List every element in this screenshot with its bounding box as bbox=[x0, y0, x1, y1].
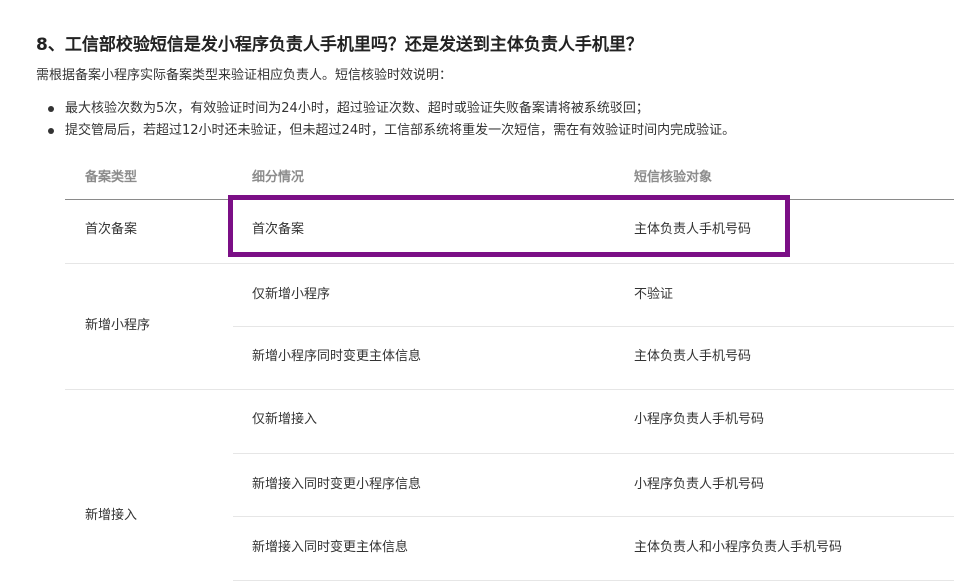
column-header-detail: 细分情况 bbox=[252, 170, 305, 185]
question-heading: 8、工信部校验短信是发小程序负责人手机里吗？还是发送到主体负责人手机里？ bbox=[36, 35, 643, 55]
table-cell-target: 小程序负责人手机号码 bbox=[634, 412, 765, 427]
table-cell-detail: 仅新增接入 bbox=[252, 412, 318, 427]
column-header-type: 备案类型 bbox=[85, 170, 138, 185]
table-cell-detail: 仅新增小程序 bbox=[252, 287, 331, 302]
table-cell-target: 不验证 bbox=[634, 287, 674, 302]
bullet-dot-icon bbox=[48, 106, 54, 112]
row-divider bbox=[233, 580, 954, 581]
table-cell-detail: 首次备案 bbox=[252, 222, 305, 237]
table-cell-detail: 新增小程序同时变更主体信息 bbox=[252, 349, 422, 364]
bullet-list: 最大核验次数为5次，有效验证时间为24小时，超过验证次数、超时或验证失败备案请将… bbox=[36, 98, 735, 142]
row-divider bbox=[65, 389, 954, 390]
table-cell-detail: 新增接入同时变更小程序信息 bbox=[252, 477, 422, 492]
verification-table: 备案类型 细分情况 短信核验对象 首次备案 首次备案 主体负责人手机号码 新增小… bbox=[65, 158, 954, 585]
table-cell-type: 首次备案 bbox=[85, 222, 138, 237]
column-header-target: 短信核验对象 bbox=[634, 170, 713, 185]
header-divider bbox=[65, 199, 954, 200]
table-cell-target: 主体负责人手机号码 bbox=[634, 222, 752, 237]
table-cell-target: 主体负责人和小程序负责人手机号码 bbox=[634, 540, 843, 555]
bullet-text: 提交管局后，若超过12小时还未验证，但未超过24时，工信部系统将重发一次短信，需… bbox=[65, 123, 736, 138]
faq-section: 8、工信部校验短信是发小程序负责人手机里吗？还是发送到主体负责人手机里？ 需根据… bbox=[0, 0, 954, 585]
list-item: 最大核验次数为5次，有效验证时间为24小时，超过验证次数、超时或验证失败备案请将… bbox=[36, 98, 735, 120]
table-cell-target: 小程序负责人手机号码 bbox=[634, 477, 765, 492]
table-cell-detail: 新增接入同时变更主体信息 bbox=[252, 540, 409, 555]
intro-text: 需根据备案小程序实际备案类型来验证相应负责人。短信核验时效说明： bbox=[36, 68, 453, 83]
row-divider bbox=[65, 263, 954, 264]
list-item: 提交管局后，若超过12小时还未验证，但未超过24时，工信部系统将重发一次短信，需… bbox=[36, 120, 735, 142]
table-cell-target: 主体负责人手机号码 bbox=[634, 349, 752, 364]
table-cell-type: 新增接入 bbox=[85, 508, 138, 523]
bullet-text: 最大核验次数为5次，有效验证时间为24小时，超过验证次数、超时或验证失败备案请将… bbox=[65, 101, 649, 116]
row-divider bbox=[233, 516, 954, 517]
bullet-dot-icon bbox=[48, 128, 54, 134]
row-divider bbox=[233, 326, 954, 327]
row-divider bbox=[233, 453, 954, 454]
table-cell-type: 新增小程序 bbox=[85, 318, 151, 333]
